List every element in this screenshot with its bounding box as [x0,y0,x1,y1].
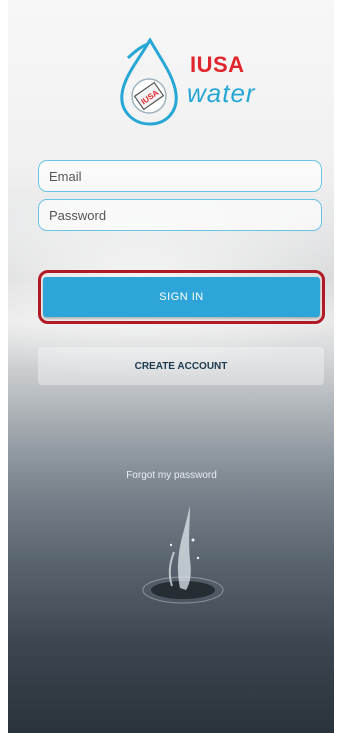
email-field[interactable] [38,160,322,192]
brand-name-water: water [187,78,256,108]
forgot-password-link[interactable]: Forgot my password [0,470,343,481]
password-field[interactable] [38,199,322,231]
create-account-button[interactable]: CREATE ACCOUNT [38,347,324,385]
brand-name-iusa: IUSA [190,52,245,77]
sign-in-button[interactable]: SIGN IN [43,277,320,317]
water-splash-image [142,506,224,604]
